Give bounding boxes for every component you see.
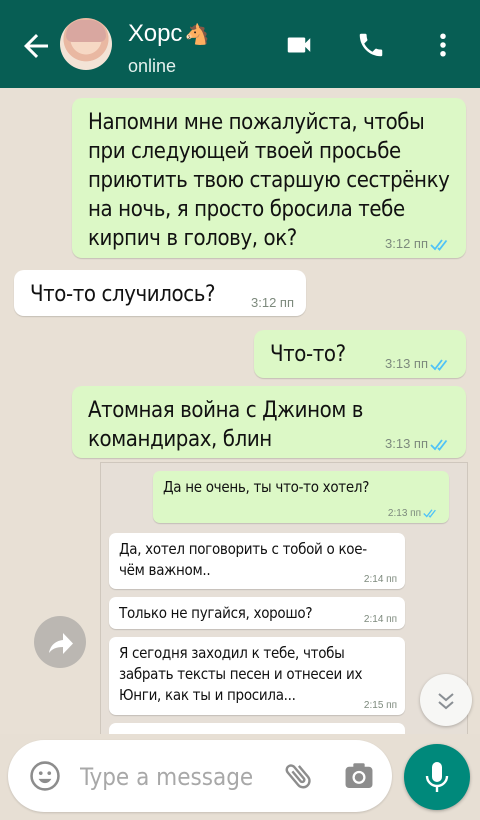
contact-name[interactable]: Хорс 🐴: [128, 20, 209, 48]
forward-button[interactable]: [34, 616, 86, 668]
screenshot-message-text: Да не очень, ты что-то хотел?: [163, 478, 370, 496]
message-bubble-outgoing[interactable]: Атомная война с Джином в командирах, бли…: [72, 386, 466, 458]
double-check-icon: [430, 439, 448, 451]
message-time: 3:12 пп: [251, 295, 294, 310]
horse-emoji: 🐴: [184, 24, 210, 46]
screenshot-message-time: 2:14 пп: [363, 574, 397, 585]
scroll-down-icon: [438, 693, 454, 710]
screenshot-message-incoming: Я сегодня заходил к тебе, чтобы забрать …: [109, 637, 405, 715]
message-bubble-outgoing[interactable]: Что-то? 3:13 пп: [254, 330, 466, 378]
screenshot-message-incoming: Только не пугайся, хорошо? 2:14 пп: [109, 597, 405, 629]
screenshot-message-cutoff: [109, 723, 405, 734]
message-meta: 3:12 пп: [385, 236, 454, 252]
message-text: Напомни мне пожалуйста, чтобы при следую…: [88, 110, 450, 251]
double-check-icon: [423, 509, 436, 518]
chat-area[interactable]: Напомни мне пожалуйста, чтобы при следую…: [0, 88, 480, 734]
video-call-icon[interactable]: [284, 30, 314, 60]
message-bubble-outgoing[interactable]: Напомни мне пожалуйста, чтобы при следую…: [72, 98, 466, 258]
paperclip-icon[interactable]: [282, 759, 316, 793]
chat-header: Хорс 🐴 online: [0, 0, 480, 88]
screenshot-message-text: Только не пугайся, хорошо?: [119, 604, 313, 622]
camera-icon[interactable]: [342, 759, 376, 793]
forward-icon: [49, 633, 73, 654]
emoji-icon[interactable]: [28, 759, 62, 793]
arrow-back-icon[interactable]: [18, 28, 54, 64]
double-check-icon: [430, 359, 448, 371]
screenshot-message-meta: 2:13 пп: [388, 508, 441, 519]
screenshot-message-incoming: Да, хотел поговорить с тобой о кое-чём в…: [109, 533, 405, 589]
avatar[interactable]: [60, 18, 112, 70]
message-time: 3:13 пп: [385, 436, 428, 452]
screenshot-message-outgoing: Да не очень, ты что-то хотел? 2:13 пп: [153, 471, 449, 523]
mic-icon: [425, 762, 449, 792]
message-meta: 3:13 пп: [385, 436, 454, 452]
message-meta: 3:13 пп: [385, 356, 454, 372]
screenshot-message-text: Да, хотел поговорить с тобой о кое-чём в…: [119, 540, 367, 579]
contact-status: online: [128, 56, 177, 76]
screenshot-message-time: 2:14 пп: [363, 614, 397, 625]
screenshot-message-time: 2:13 пп: [387, 508, 421, 519]
double-check-icon: [430, 239, 448, 251]
screenshot-message-time: 2:15 пп: [363, 700, 397, 711]
phone-icon[interactable]: [356, 30, 386, 60]
message-time: 3:12 пп: [385, 236, 428, 252]
message-composer: [8, 740, 392, 812]
message-text: Атомная война с Джином в командирах, бли…: [88, 398, 364, 452]
forwarded-image[interactable]: Да не очень, ты что-то хотел? 2:13 пп Да…: [100, 462, 468, 734]
screenshot-message-text: Я сегодня заходил к тебе, чтобы забрать …: [119, 644, 363, 704]
message-input[interactable]: [78, 758, 272, 796]
more-vert-icon[interactable]: [428, 30, 458, 60]
message-time: 3:13 пп: [385, 356, 428, 372]
scroll-down-button[interactable]: [420, 674, 472, 726]
message-bubble-incoming[interactable]: Что-то случилось? 3:12 пп: [14, 270, 306, 316]
mic-button[interactable]: [404, 744, 470, 810]
contact-name-text: Хорс: [128, 20, 183, 47]
